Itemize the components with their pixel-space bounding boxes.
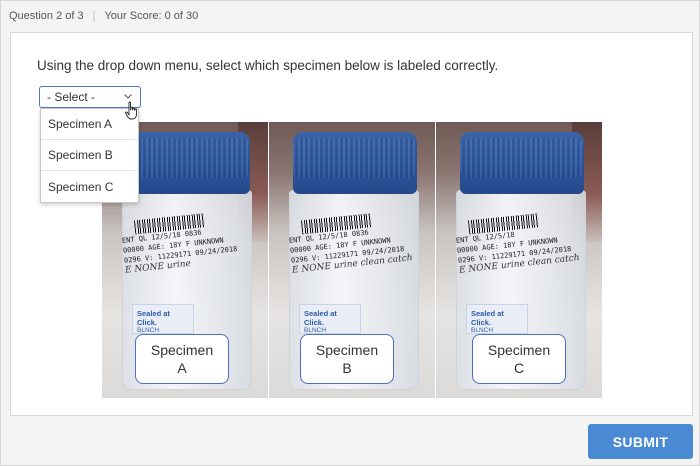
- sealed-sticker: Sealed at Click. BLNCH: [466, 304, 528, 334]
- specimen-cup-lid: [460, 132, 584, 194]
- submit-button[interactable]: SUBMIT: [588, 424, 693, 459]
- specimen-photo-b: ENT QL 12/5/18 0836 00000 AGE: 18Y F UNK…: [269, 122, 435, 398]
- sealed-sticker: Sealed at Click. BLNCH: [299, 304, 361, 334]
- chevron-down-icon: [124, 94, 132, 99]
- question-counter: Question 2 of 3: [9, 10, 84, 22]
- select-options-list: Specimen A Specimen B Specimen C: [40, 108, 139, 203]
- specimen-cup-lid: [126, 132, 250, 194]
- specimen-images: ENT QL 12/5/18 0836 00000 AGE: 18Y F UNK…: [102, 122, 602, 398]
- caption-line: Specimen: [487, 342, 551, 358]
- caption-letter: A: [177, 360, 187, 376]
- option-specimen-b[interactable]: Specimen B: [41, 140, 138, 171]
- specimen-a-caption: Specimen A: [135, 334, 229, 384]
- hand-pointer-cursor-icon: [125, 101, 137, 120]
- sealed-subtext: BLNCH: [137, 327, 160, 334]
- sealed-title: Sealed at Click.: [137, 309, 170, 327]
- specimen-cup-lid: [293, 132, 417, 194]
- select-value: - Select -: [47, 90, 96, 104]
- specimen-photo-c: ENT QL 12/5/18 00000 AGE: 18Y F UNKNOWN …: [436, 122, 602, 398]
- quiz-window: Question 2 of 3 | Your Score: 0 of 30 Us…: [0, 0, 700, 466]
- caption-line: Specimen: [150, 342, 214, 358]
- sealed-sticker: Sealed at Click. BLNCH: [132, 304, 194, 334]
- score-display: Your Score: 0 of 30: [104, 10, 199, 22]
- caption-line: Specimen: [315, 342, 379, 358]
- sealed-title: Sealed at Click.: [471, 309, 504, 327]
- question-card: Using the drop down menu, select which s…: [10, 32, 693, 416]
- question-prompt: Using the drop down menu, select which s…: [37, 58, 499, 73]
- caption-letter: B: [342, 360, 352, 376]
- sealed-subtext: BLNCH: [304, 327, 327, 334]
- quiz-header: Question 2 of 3 | Your Score: 0 of 30: [1, 1, 699, 31]
- specimen-b-caption: Specimen B: [300, 334, 394, 384]
- caption-letter: C: [513, 360, 525, 376]
- sealed-subtext: BLNCH: [471, 327, 494, 334]
- sealed-title: Sealed at Click.: [304, 309, 337, 327]
- option-specimen-c[interactable]: Specimen C: [41, 171, 138, 202]
- specimen-c-caption: Specimen C: [472, 334, 566, 384]
- header-divider: |: [92, 10, 96, 22]
